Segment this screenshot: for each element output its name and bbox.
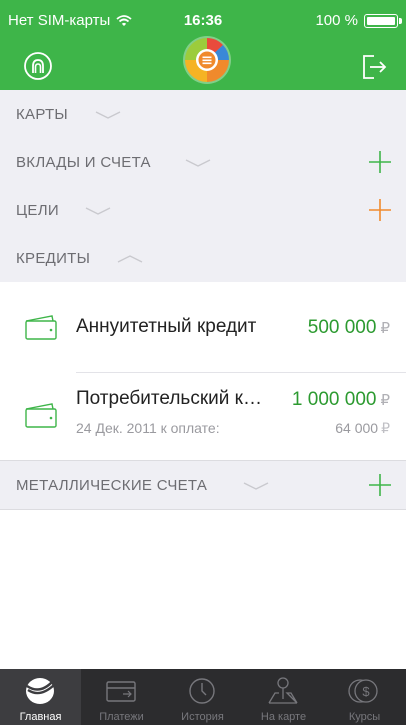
section-cards[interactable]: КАРТЫ: [0, 90, 406, 140]
tab-bar: Главная Платежи История На карте $ Курсы: [0, 669, 406, 725]
tab-label: Платежи: [99, 711, 144, 723]
section-goals[interactable]: ЦЕЛИ: [0, 186, 406, 236]
add-metal-account-plus-icon[interactable]: [368, 473, 392, 497]
clock-icon: [189, 678, 215, 704]
credit-list: Аннуитетный кредит 500 000 ₽ Потребительс…: [0, 282, 406, 460]
pie-chart-menu-icon[interactable]: [182, 35, 232, 85]
currency-symbol: ₽: [380, 320, 390, 337]
tab-label: История: [181, 711, 224, 723]
chevron-down-icon: [185, 159, 211, 167]
chevron-down-icon: [85, 207, 111, 215]
credit-amount-value: 500 000: [307, 317, 377, 338]
card-icon: [106, 681, 136, 702]
logout-icon[interactable]: [360, 50, 388, 82]
currency-symbol: ₽: [380, 392, 390, 409]
credit-name: Аннуитетный кредит: [76, 316, 257, 337]
tab-history[interactable]: История: [162, 669, 243, 725]
map-pin-icon: [268, 677, 298, 704]
app-header: Нет SIM-карты 16:36 100 %: [0, 0, 406, 90]
status-bar: Нет SIM-карты 16:36 100 %: [0, 0, 406, 40]
section-credits[interactable]: КРЕДИТЫ: [0, 234, 406, 284]
credit-amount: 1 000 000 ₽: [292, 389, 390, 411]
section-deposits[interactable]: ВКЛАДЫ И СЧЕТА: [0, 138, 406, 188]
credit-name: Потребительский к…: [76, 388, 262, 409]
section-cards-label: КАРТЫ: [16, 106, 69, 123]
section-deposits-label: ВКЛАДЫ И СЧЕТА: [16, 154, 151, 171]
tab-label: Курсы: [348, 711, 381, 723]
tab-payments[interactable]: Платежи: [81, 669, 162, 725]
section-credits-label: КРЕДИТЫ: [16, 250, 91, 267]
credit-due-amount-value: 64 000: [335, 420, 379, 436]
chevron-down-icon: [95, 111, 121, 119]
sberbank-profile-icon[interactable]: [22, 50, 54, 82]
credit-amount: 500 000 ₽: [308, 317, 390, 339]
section-metal-accounts[interactable]: МЕТАЛЛИЧЕСКИЕ СЧЕТА: [0, 460, 406, 510]
svg-text:$: $: [362, 684, 370, 699]
add-deposit-plus-icon[interactable]: [368, 150, 392, 174]
tab-rates[interactable]: $ Курсы: [324, 669, 405, 725]
battery-icon: [364, 13, 402, 28]
credit-due-amount: 64 000 ₽: [335, 420, 390, 437]
tab-label: Главная: [19, 711, 62, 723]
screen: Нет SIM-карты 16:36 100 % КАРТЫ ВКЛАДЫ И…: [0, 0, 406, 725]
tab-label: На карте: [260, 711, 307, 723]
credit-item[interactable]: Потребительский к… 1 000 000 ₽ 24 Дек. 20…: [0, 372, 406, 460]
section-goals-label: ЦЕЛИ: [16, 202, 59, 219]
tab-home[interactable]: Главная: [0, 669, 81, 725]
chevron-up-icon: [117, 255, 143, 263]
currency-symbol: ₽: [381, 420, 390, 436]
add-goal-plus-icon[interactable]: [368, 198, 392, 222]
credit-due-text: 24 Дек. 2011 к оплате:: [76, 420, 220, 436]
wallet-icon: [25, 315, 57, 340]
currency-icon: $: [348, 679, 378, 703]
sberbank-logo-icon: [26, 678, 55, 704]
section-metal-label: МЕТАЛЛИЧЕСКИЕ СЧЕТА: [16, 477, 208, 494]
battery-percent: 100 %: [315, 12, 358, 29]
wallet-icon: [25, 403, 57, 428]
tab-map[interactable]: На карте: [243, 669, 324, 725]
credit-item[interactable]: Аннуитетный кредит 500 000 ₽: [0, 282, 406, 370]
chevron-down-icon: [243, 482, 269, 490]
battery-status: 100 %: [315, 12, 402, 29]
credit-amount-value: 1 000 000: [291, 389, 377, 410]
